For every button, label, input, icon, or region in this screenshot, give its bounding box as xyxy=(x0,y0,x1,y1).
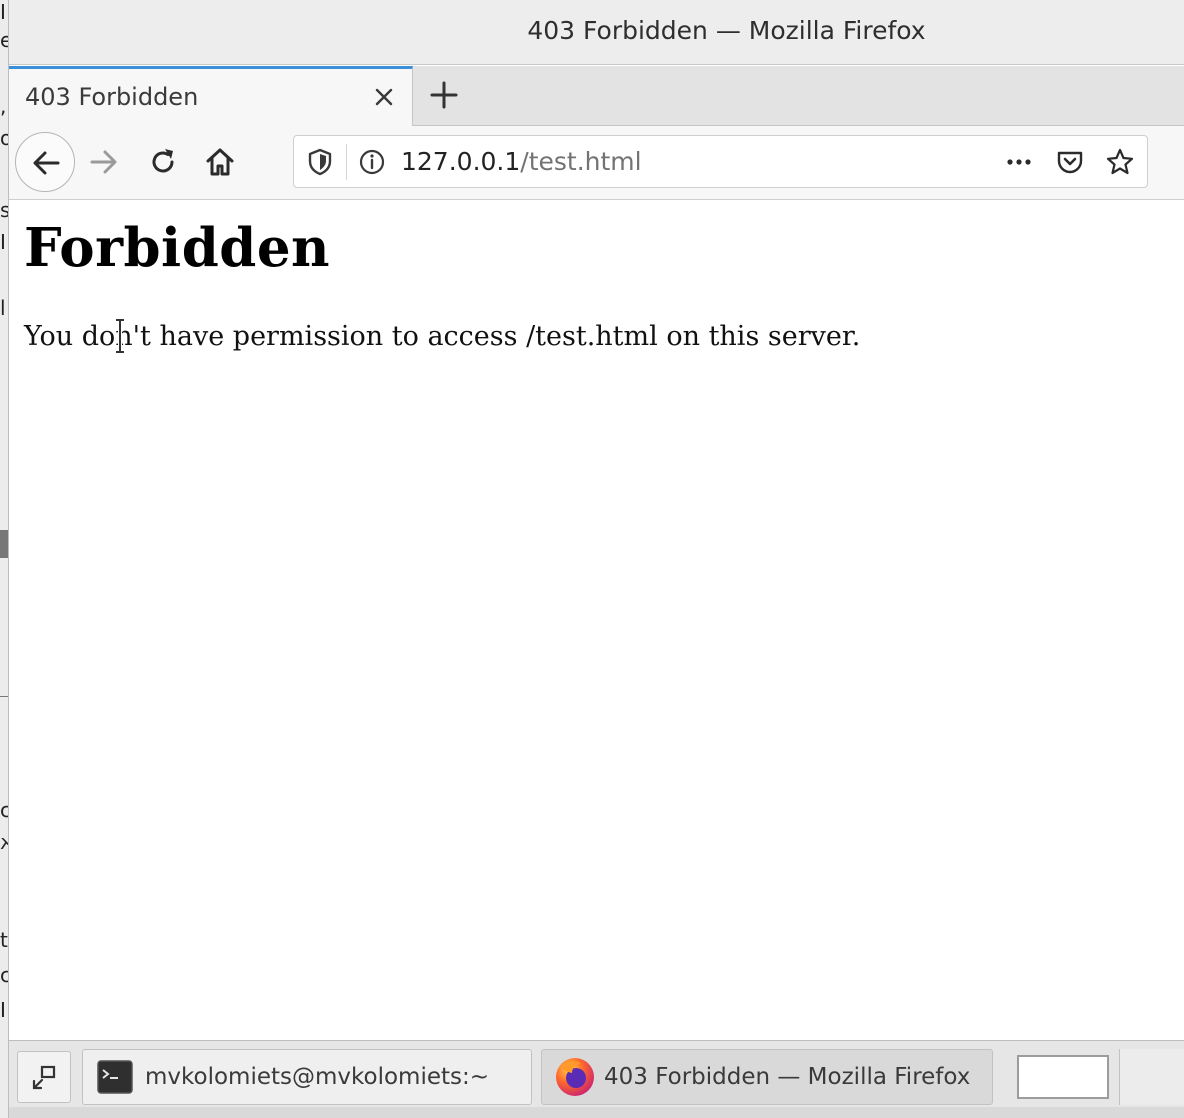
bookmark-star-icon[interactable] xyxy=(1104,146,1136,178)
taskbar-item-terminal[interactable]: mvkolomiets@mvkolomiets:~ xyxy=(82,1049,532,1105)
taskbar-item-label: mvkolomiets@mvkolomiets:~ xyxy=(145,1064,490,1090)
page-message: You don't have permission to access /tes… xyxy=(24,321,861,352)
taskbar-input-box[interactable] xyxy=(1017,1055,1109,1099)
url-separator xyxy=(346,144,347,180)
reload-icon[interactable] xyxy=(146,145,180,179)
taskbar-item-label: 403 Forbidden — Mozilla Firefox xyxy=(604,1064,971,1090)
new-tab-plus-icon[interactable] xyxy=(427,78,461,112)
tracking-protection-shield-icon[interactable] xyxy=(304,146,336,178)
forward-arrow-icon[interactable] xyxy=(87,145,121,179)
site-info-icon[interactable] xyxy=(356,146,388,178)
taskbar-item-firefox[interactable]: 403 Forbidden — Mozilla Firefox xyxy=(541,1049,993,1105)
taskbar: mvkolomiets@mvkolomiets:~ 403 Forbidden … xyxy=(9,1040,1184,1118)
url-bar[interactable]: 127.0.0.1/test.html xyxy=(293,135,1148,188)
close-tab-icon[interactable] xyxy=(370,83,398,111)
window-title: 403 Forbidden — Mozilla Firefox xyxy=(527,16,926,45)
pocket-icon[interactable] xyxy=(1054,146,1086,178)
page-heading: Forbidden xyxy=(24,217,331,279)
navigation-toolbar: 127.0.0.1/test.html xyxy=(9,126,1184,200)
url-text[interactable]: 127.0.0.1/test.html xyxy=(401,147,642,176)
firefox-icon xyxy=(556,1058,594,1096)
firefox-window: 403 Forbidden — Mozilla Firefox 403 Forb… xyxy=(9,0,1184,1040)
text-cursor-icon xyxy=(116,318,124,354)
tab-label: 403 Forbidden xyxy=(25,83,199,111)
page-actions-more-icon[interactable] xyxy=(1003,146,1035,178)
page-content: Forbidden You don't have permission to a… xyxy=(9,201,1184,1039)
back-button[interactable] xyxy=(15,132,75,192)
show-desktop-icon xyxy=(32,1065,56,1090)
back-arrow-icon xyxy=(33,151,60,175)
background-window-edge: I e , o s I l c ж t c I xyxy=(0,0,9,1118)
home-icon[interactable] xyxy=(203,145,237,179)
terminal-icon xyxy=(97,1060,133,1094)
title-bar[interactable]: 403 Forbidden — Mozilla Firefox xyxy=(9,0,1184,65)
tab-403-forbidden[interactable]: 403 Forbidden xyxy=(9,66,413,127)
show-desktop-button[interactable] xyxy=(17,1051,71,1103)
system-tray xyxy=(1119,1049,1184,1105)
url-path: /test.html xyxy=(520,147,642,176)
url-host: 127.0.0.1 xyxy=(401,147,521,176)
tab-strip: 403 Forbidden xyxy=(9,66,1184,127)
taskbar-bottom-strip xyxy=(9,1107,1184,1118)
